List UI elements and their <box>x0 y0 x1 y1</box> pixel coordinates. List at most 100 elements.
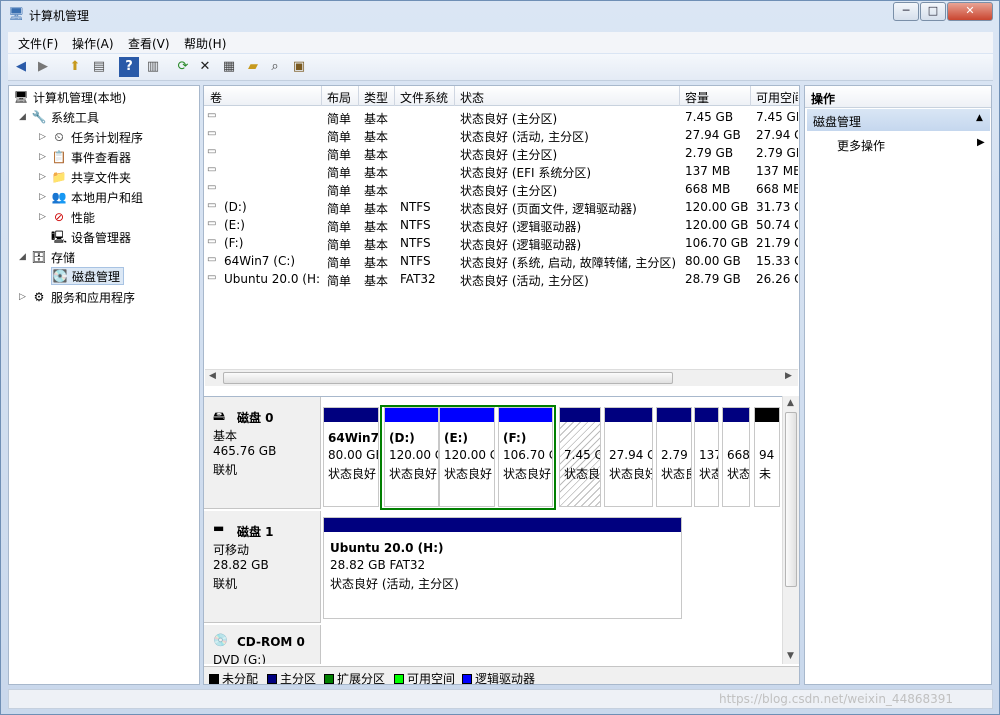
col-type[interactable]: 类型 <box>364 89 388 106</box>
volume-free: 7.45 GB <box>756 110 798 124</box>
volume-row[interactable]: ▭ (E:) 简单 基本 NTFS 状态良好 (逻辑驱动器) 120.00 GB 50.74 … <box>204 216 799 234</box>
properties-icon[interactable]: ▦ <box>219 57 239 77</box>
partition-block[interactable]: 64Win7 80.00 GB 状态良好 <box>323 407 379 507</box>
legend-item: 主分区 <box>267 670 316 687</box>
volume-row[interactable]: ▭ (F:) 简单 基本 NTFS 状态良好 (逻辑驱动器) 106.70 GB 21.79 … <box>204 234 799 252</box>
partition-block[interactable]: 668 MB 状态良好 <box>722 407 750 507</box>
volume-row[interactable]: ▭ 简单 基本 状态良好 (主分区) 668 MB 668 MB <box>204 180 799 198</box>
col-capacity[interactable]: 容量 <box>685 89 709 106</box>
collapse-up-icon[interactable]: ▲ <box>976 113 983 123</box>
volume-row[interactable]: ▭ 简单 基本 状态良好 (EFI 系统分区) 137 MB 137 MB <box>204 162 799 180</box>
tree-item-storage[interactable]: ◢ 🗄 存储 <box>19 248 75 266</box>
volume-free: 50.74 GB <box>756 218 798 232</box>
maximize-button[interactable]: □ <box>920 2 946 21</box>
tree-label: 事件查看器 <box>71 150 132 165</box>
show-hide-tree-icon[interactable]: ▤ <box>89 57 109 77</box>
disk-0-info[interactable]: 🖴 磁盘 0 基本 465.76 GB 联机 <box>204 397 321 509</box>
more-actions-item[interactable]: 更多操作 ▶ <box>807 134 990 154</box>
window-title: 计算机管理 <box>29 9 90 23</box>
horizontal-scrollbar[interactable]: ◀ ▶ <box>205 369 798 386</box>
partition-block[interactable]: (D:) 120.00 GB 状态良好 <box>384 407 439 507</box>
expand-icon[interactable]: ▷ <box>39 212 49 222</box>
forward-icon[interactable]: ▶ <box>33 57 53 77</box>
volume-drive-icon: ▭ <box>207 164 217 175</box>
volume-row[interactable]: ▭ 简单基本 状态良好 (主分区) 2.79 GB 2.79 GB <box>204 144 799 162</box>
scroll-left-icon[interactable]: ◀ <box>209 371 216 381</box>
volume-free: 2.79 GB <box>756 146 798 160</box>
tree-item-root[interactable]: 🖥 计算机管理(本地) <box>13 88 126 106</box>
scroll-right-icon[interactable]: ▶ <box>785 371 792 381</box>
partition-block[interactable]: 2.79 GB 状态良好 <box>656 407 692 507</box>
partition-block[interactable]: 137 MB 状态良好 <box>694 407 719 507</box>
help-icon[interactable]: ? <box>119 57 139 77</box>
window: 🖥 计算机管理 ─ □ ✕ 文件(F) 操作(A) 查看(V) 帮助(H) ◀ … <box>0 0 1000 715</box>
disk-settings-icon[interactable]: ▣ <box>289 57 309 77</box>
actions-pane: 操作 磁盘管理 ▲ 更多操作 ▶ <box>804 85 992 685</box>
vertical-scrollbar[interactable]: ▲ ▼ <box>782 396 799 664</box>
volume-layout: 简单 <box>327 274 352 288</box>
legend-label: 主分区 <box>280 672 317 686</box>
show-hide-action-pane-icon[interactable]: ▥ <box>143 57 163 77</box>
up-folder-icon[interactable]: ⬆ <box>65 57 85 77</box>
volume-drive-icon: ▭ <box>207 110 217 121</box>
col-status[interactable]: 状态 <box>460 89 484 106</box>
app-icon: 🖥 <box>8 7 25 22</box>
open-folder-icon[interactable]: ▰ <box>243 57 263 77</box>
volume-row[interactable]: ▭ 64Win7 (C:) 简单 基本 NTFS 状态良好 (系统, 启动, 故障转储, … <box>204 252 799 270</box>
legend-item: 可用空间 <box>394 670 455 687</box>
partition-ubuntu[interactable]: Ubuntu 20.0 (H:) 28.82 GB FAT32 状态良好 (活动… <box>323 517 682 619</box>
tree-item-disk-management[interactable]: 💽 磁盘管理 <box>51 267 125 285</box>
tree-item-local-users[interactable]: ▷ 👥 本地用户和组 <box>39 188 143 206</box>
col-filesystem[interactable]: 文件系统 <box>400 89 448 106</box>
volume-row[interactable]: ▭ (D:) 简单 基本 NTFS 状态良好 (页面文件, 逻辑驱动器) 120.00 GB… <box>204 198 799 216</box>
menu-file[interactable]: 文件(F) <box>18 35 58 52</box>
partition-block[interactable]: 94 未 <box>754 407 780 507</box>
tree-item-task-scheduler[interactable]: ▷ ⏲ 任务计划程序 <box>39 128 143 146</box>
col-volume[interactable]: 卷 <box>210 89 222 106</box>
menu-action[interactable]: 操作(A) <box>72 35 114 52</box>
col-layout[interactable]: 布局 <box>327 89 351 106</box>
cdrom-info[interactable]: 💿 CD-ROM 0 DVD (G:) <box>204 625 321 664</box>
volume-status: 状态良好 (系统, 启动, 故障转储, 主分区) <box>460 256 677 270</box>
scroll-up-icon[interactable]: ▲ <box>787 398 794 408</box>
title-bar: 🖥 计算机管理 ─ □ ✕ <box>1 1 999 29</box>
back-icon[interactable]: ◀ <box>11 57 31 77</box>
scroll-thumb[interactable] <box>785 412 797 587</box>
close-button[interactable]: ✕ <box>947 2 993 21</box>
tree-item-services[interactable]: ▷ ⚙ 服务和应用程序 <box>19 288 135 306</box>
partition-block[interactable]: 7.45 GB 状态良好 <box>559 407 601 507</box>
tree-item-performance[interactable]: ▷ ⊘ 性能 <box>39 208 95 226</box>
collapse-icon[interactable]: ◢ <box>19 252 29 262</box>
search-icon[interactable]: ⌕ <box>265 57 285 77</box>
partition-size: 120.00 GB <box>389 448 438 462</box>
collapse-icon[interactable]: ◢ <box>19 112 29 122</box>
refresh-icon[interactable]: ⟳ <box>173 57 193 77</box>
tree-item-device-manager[interactable]: 🖳 设备管理器 <box>51 228 131 246</box>
disk-icon: 🖴 <box>213 409 226 423</box>
partition-block[interactable]: (E:) 120.00 GB 状态良好 <box>439 407 495 507</box>
expand-icon[interactable]: ▷ <box>39 192 49 202</box>
menu-view[interactable]: 查看(V) <box>128 35 170 52</box>
expand-icon[interactable]: ▷ <box>19 292 29 302</box>
disk-1-info[interactable]: ▬ 磁盘 1 可移动 28.82 GB 联机 <box>204 511 321 623</box>
tree-item-system-tools[interactable]: ◢ 🔧 系统工具 <box>19 108 99 126</box>
col-divider <box>321 86 322 106</box>
expand-icon[interactable]: ▷ <box>39 172 49 182</box>
expand-icon[interactable]: ▷ <box>39 132 49 142</box>
tree-item-shared-folders[interactable]: ▷ 📁 共享文件夹 <box>39 168 131 186</box>
volume-row[interactable]: ▭ Ubuntu 20.0 (H:) 简单 基本 FAT32 状态良好 (活动, 主分区)… <box>204 270 799 288</box>
volume-row[interactable]: ▭ 简单基本 状态良好 (活动, 主分区) 27.94 GB 27.94 GB <box>204 126 799 144</box>
minimize-button[interactable]: ─ <box>893 2 919 21</box>
partition-block[interactable]: 27.94 GB 状态良好 <box>604 407 653 507</box>
col-divider <box>679 86 680 106</box>
col-free[interactable]: 可用空间 <box>756 89 798 106</box>
actions-section-disk-management[interactable]: 磁盘管理 ▲ <box>807 109 990 131</box>
scroll-down-icon[interactable]: ▼ <box>787 651 794 661</box>
scroll-thumb[interactable] <box>223 372 673 384</box>
delete-icon[interactable]: ✕ <box>195 57 215 77</box>
menu-help[interactable]: 帮助(H) <box>184 35 226 52</box>
tree-item-event-viewer[interactable]: ▷ 📋 事件查看器 <box>39 148 131 166</box>
expand-icon[interactable]: ▷ <box>39 152 49 162</box>
partition-block[interactable]: (F:) 106.70 GB 状态良好 <box>498 407 553 507</box>
volume-row[interactable]: ▭ 简单基本 状态良好 (主分区) 7.45 GB 7.45 GB <box>204 108 799 126</box>
